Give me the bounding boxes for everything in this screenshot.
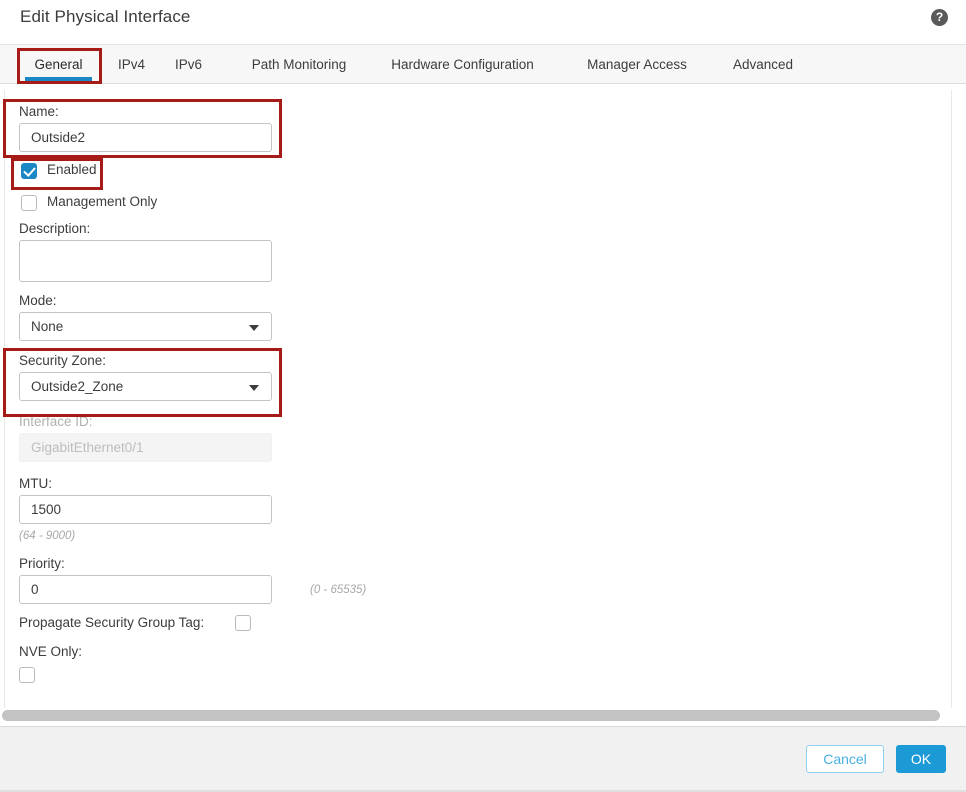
enabled-checkbox[interactable] [21,163,37,179]
tab-ipv4[interactable]: IPv4 [104,45,159,84]
dialog-footer: Cancel OK [0,726,966,792]
dialog-titlebar: Edit Physical Interface ? [0,0,966,45]
mtu-input[interactable]: 1500 [19,495,272,524]
cancel-button[interactable]: Cancel [806,745,884,773]
priority-range-hint: (0 - 65535) [310,584,367,596]
propagate-sgt-label: Propagate Security Group Tag: [19,615,205,630]
name-input[interactable]: Outside2 [19,123,272,152]
description-input[interactable] [19,240,272,282]
interface-id-label: Interface ID: [19,414,93,429]
edit-physical-interface-dialog: Edit Physical Interface ? General IPv4 I… [0,0,966,792]
page-title: Edit Physical Interface [20,7,191,26]
nve-only-checkbox[interactable] [19,667,35,683]
chevron-down-icon [249,384,259,391]
tab-general[interactable]: General [17,45,100,84]
propagate-sgt-checkbox[interactable] [235,615,251,631]
mode-selected-value: None [31,319,64,334]
horizontal-scrollbar-track[interactable] [0,708,966,723]
enabled-label[interactable]: Enabled [47,162,97,177]
help-circle-icon[interactable]: ? [931,9,948,26]
security-zone-selected-value: Outside2_Zone [31,379,124,394]
description-label: Description: [19,221,91,236]
tab-manager-access[interactable]: Manager Access [567,45,707,84]
tab-bar: General IPv4 IPv6 Path Monitoring Hardwa… [0,45,966,84]
management-only-checkbox[interactable] [21,195,37,211]
horizontal-scrollbar-thumb[interactable] [2,710,940,721]
management-only-label[interactable]: Management Only [47,194,157,209]
priority-input[interactable]: 0 [19,575,272,604]
tab-advanced[interactable]: Advanced [718,45,808,84]
general-tab-panel: Name: Outside2 Enabled Management Only D… [4,90,952,717]
mode-select[interactable]: None [19,312,272,341]
chevron-down-icon [249,324,259,331]
tab-ipv6[interactable]: IPv6 [161,45,216,84]
nve-only-label: NVE Only: [19,644,83,659]
mtu-range-hint: (64 - 9000) [19,530,76,542]
interface-id-input: GigabitEthernet0/1 [19,433,272,462]
ok-button[interactable]: OK [896,745,946,773]
security-zone-select[interactable]: Outside2_Zone [19,372,272,401]
name-label: Name: [19,104,59,119]
tab-path-monitoring[interactable]: Path Monitoring [229,45,369,84]
mtu-label: MTU: [19,476,52,491]
mode-label: Mode: [19,293,57,308]
priority-label: Priority: [19,556,65,571]
tab-hardware-configuration[interactable]: Hardware Configuration [374,45,551,84]
security-zone-label: Security Zone: [19,353,107,368]
